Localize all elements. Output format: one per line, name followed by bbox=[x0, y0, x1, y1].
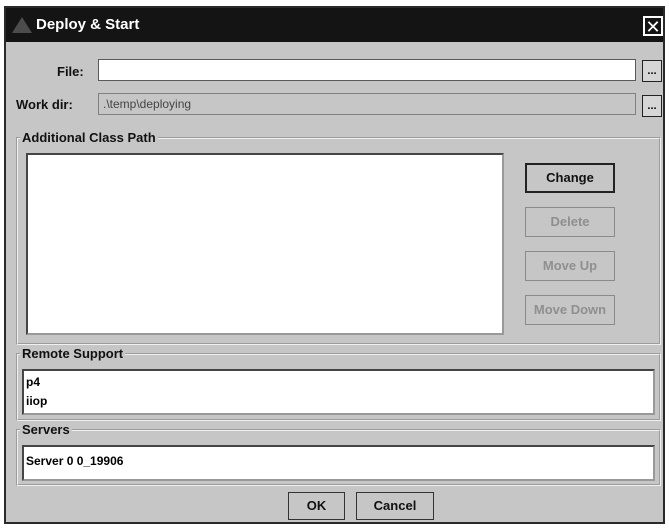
move-down-button[interactable]: Move Down bbox=[525, 295, 615, 325]
remote-support-group: Remote Support p4 iiop bbox=[16, 346, 661, 421]
servers-legend: Servers bbox=[20, 422, 72, 437]
workdir-browse-button[interactable]: ... bbox=[642, 95, 662, 117]
app-logo-icon bbox=[12, 17, 32, 33]
file-label: File: bbox=[57, 64, 84, 79]
change-button[interactable]: Change bbox=[525, 163, 615, 193]
deploy-dialog: Deploy & Start ✕ File: ... Work dir: .\t… bbox=[4, 6, 665, 524]
cancel-button[interactable]: Cancel bbox=[356, 492, 434, 520]
file-browse-button[interactable]: ... bbox=[642, 60, 662, 82]
delete-button[interactable]: Delete bbox=[525, 207, 615, 237]
file-input[interactable] bbox=[98, 59, 636, 81]
list-item[interactable]: iiop bbox=[24, 392, 653, 411]
list-item[interactable]: p4 bbox=[24, 373, 653, 392]
title-bar[interactable]: Deploy & Start ✕ bbox=[6, 8, 663, 42]
classpath-legend: Additional Class Path bbox=[20, 130, 158, 145]
list-item[interactable]: Server 0 0_19906 bbox=[24, 452, 653, 471]
remote-support-list[interactable]: p4 iiop bbox=[22, 369, 655, 415]
remote-support-legend: Remote Support bbox=[20, 346, 126, 361]
workdir-label: Work dir: bbox=[16, 97, 73, 112]
workdir-field: .\temp\deploying bbox=[98, 93, 636, 115]
classpath-group: Additional Class Path Change Delete Move… bbox=[16, 130, 661, 345]
window-title: Deploy & Start bbox=[36, 16, 140, 33]
close-icon[interactable]: ✕ bbox=[643, 16, 663, 36]
classpath-list[interactable] bbox=[26, 153, 504, 335]
servers-group: Servers Server 0 0_19906 bbox=[16, 422, 661, 486]
servers-list[interactable]: Server 0 0_19906 bbox=[22, 445, 655, 481]
move-up-button[interactable]: Move Up bbox=[525, 251, 615, 281]
ok-button[interactable]: OK bbox=[288, 492, 345, 520]
